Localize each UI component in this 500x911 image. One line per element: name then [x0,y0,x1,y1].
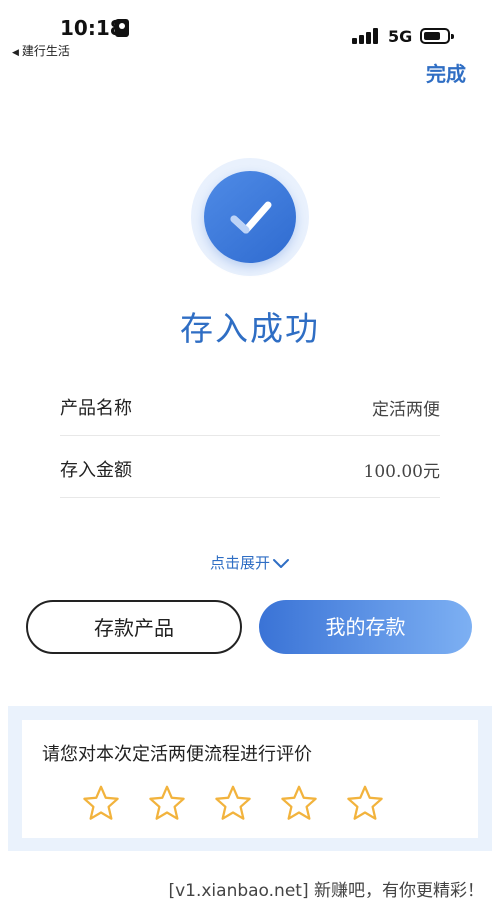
detail-value: 100.00元 [363,462,440,482]
back-app-label: 建行生活 [21,44,70,58]
success-checkmark-icon [204,171,296,263]
back-triangle-icon: ◀ [12,48,19,58]
rating-card: 请您对本次定活两便流程进行评价 [22,720,478,838]
network-type: 5G [388,27,413,46]
rating-stars [82,784,422,824]
my-deposits-button[interactable]: 我的存款 [259,600,472,654]
star-icon[interactable] [346,784,384,822]
expand-label: 点击展开 [209,554,270,572]
back-to-app-link[interactable]: ◀ 建行生活 [12,42,70,59]
person-badge-icon [115,19,129,37]
detail-value: 定活两便 [372,400,440,420]
watermark-text: [v1.xianbao.net] 新赚吧，有你更精彩！ [168,881,484,901]
star-icon[interactable] [148,784,186,822]
result-title: 存入成功 [180,309,320,348]
signal-icon [352,28,380,44]
detail-row-product: 产品名称 定活两便 [60,374,440,436]
success-icon-halo [191,158,309,276]
rating-panel: 请您对本次定活两便流程进行评价 [8,706,492,851]
done-button[interactable]: 完成 [426,58,466,87]
expand-details-link[interactable]: 点击展开 [0,552,500,573]
rating-title: 请您对本次定活两便流程进行评价 [42,744,312,765]
star-icon[interactable] [280,784,318,822]
chevron-down-icon [273,558,289,568]
status-bar: 10:18 ◀ 建行生活 5G [0,0,500,60]
battery-icon [420,28,454,44]
detail-row-amount: 存入金额 100.00元 [60,436,440,498]
star-icon[interactable] [82,784,120,822]
detail-label: 存入金额 [60,460,132,481]
star-icon[interactable] [214,784,252,822]
detail-label: 产品名称 [60,398,132,419]
deposit-products-button[interactable]: 存款产品 [26,600,242,654]
